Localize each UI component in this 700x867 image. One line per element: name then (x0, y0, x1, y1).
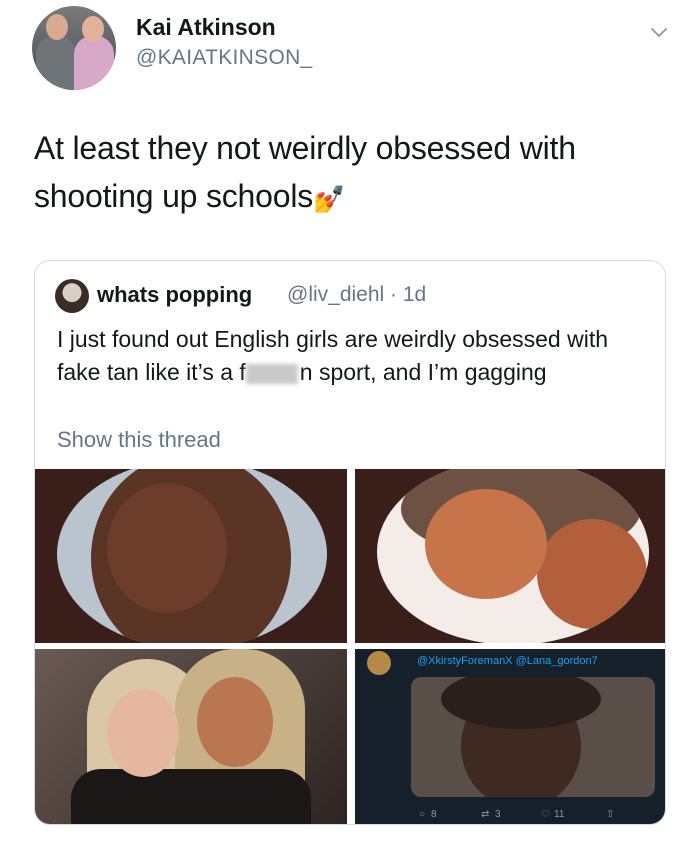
quoted-handle-time: @liv_diehl · 1d (287, 283, 427, 306)
quoted-text-part2: n sport, and I’m gagging (299, 359, 547, 385)
quoted-tweet-text: I just found out English girls are weird… (57, 323, 657, 389)
show-thread-link[interactable]: Show this thread (57, 427, 221, 453)
image-grid: @XkirstyForemanX @Lana_gordon7 ○ 8 ⇄ 3 ♡… (35, 469, 665, 824)
embedded-mentions: @XkirstyForemanX @Lana_gordon7 (417, 655, 598, 667)
tweet-text-line2: shooting up schools (34, 178, 314, 214)
retweet-icon: ⇄ (481, 809, 490, 820)
embedded-avatar (367, 651, 391, 675)
photo-3[interactable] (35, 649, 347, 824)
nail-polish-emoji: 💅 (313, 183, 346, 214)
user-handle[interactable]: @KAIATKINSON_ (136, 46, 313, 70)
photo-2[interactable] (355, 469, 665, 643)
like-count: 11 (554, 809, 565, 820)
photo-1[interactable] (35, 469, 347, 643)
photo-4-screenshot[interactable]: @XkirstyForemanX @Lana_gordon7 ○ 8 ⇄ 3 ♡… (355, 649, 665, 824)
embedded-actions: ○ 8 ⇄ 3 ♡ 11 ⇧ (411, 809, 661, 823)
censor-blur (245, 363, 298, 384)
quoted-display-name[interactable]: whats popping (97, 282, 252, 308)
avatar[interactable] (32, 6, 116, 90)
quoted-tweet[interactable]: whats popping @liv_diehl · 1d I just fou… (34, 260, 666, 825)
reply-count: 8 (431, 809, 437, 820)
tweet-header: Kai Atkinson @KAIATKINSON_ (32, 6, 672, 90)
chevron-down-icon[interactable] (650, 24, 668, 42)
embedded-photo (411, 677, 655, 797)
display-name[interactable]: Kai Atkinson (136, 14, 276, 41)
like-icon: ♡ (541, 809, 550, 820)
retweet-count: 3 (495, 809, 501, 820)
tweet-text-line1: At least they not weirdly obsessed with (34, 130, 576, 166)
quoted-avatar[interactable] (55, 279, 89, 313)
reply-icon: ○ (419, 809, 426, 820)
share-icon: ⇧ (606, 809, 615, 820)
tweet-text: At least they not weirdly obsessed with … (34, 124, 664, 223)
